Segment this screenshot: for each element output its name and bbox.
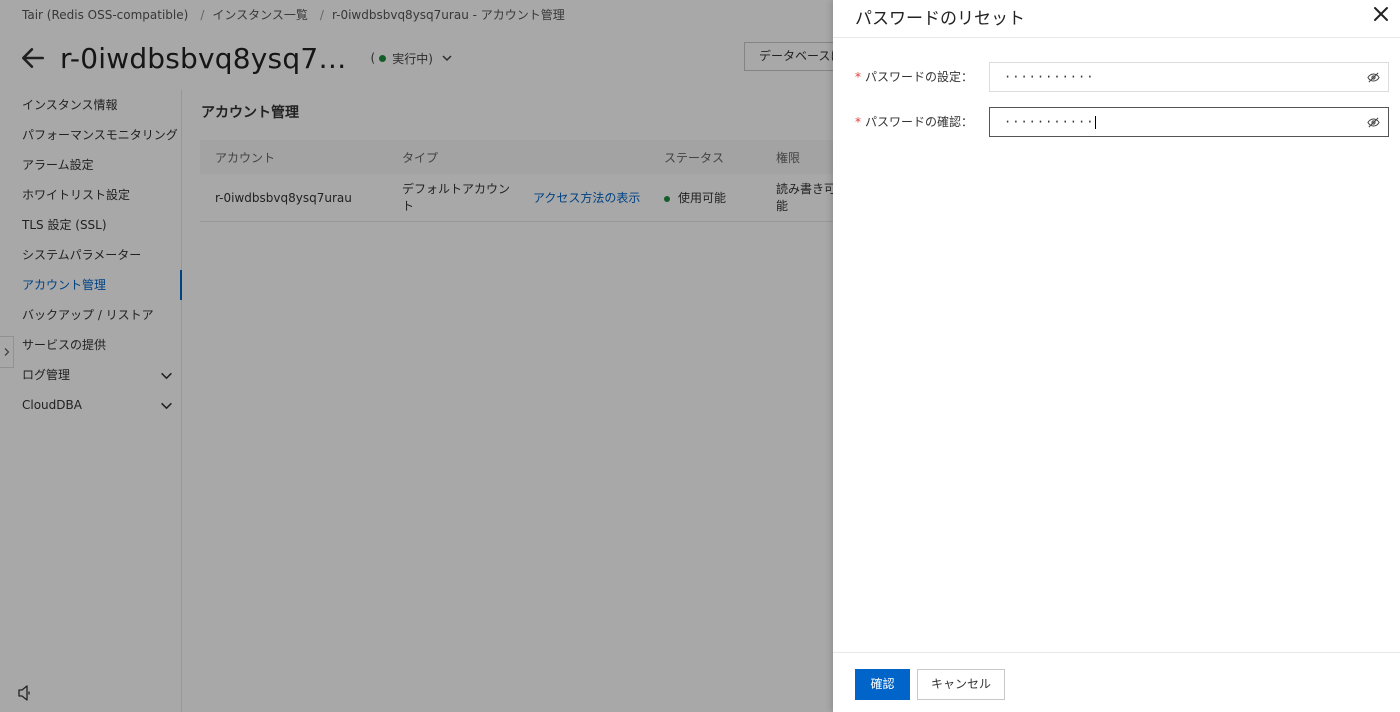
new-password-value: ··········· — [1004, 70, 1095, 84]
required-mark: * — [855, 115, 861, 129]
confirm-password-label: * パスワードの確認： — [855, 107, 973, 137]
confirm-password-value: ··········· — [1004, 115, 1095, 129]
form-row-new-password: * パスワードの設定： ··········· — [855, 62, 1389, 92]
eye-off-icon[interactable] — [1367, 116, 1380, 129]
cancel-button[interactable]: キャンセル — [917, 669, 1005, 700]
drawer-header: パスワードのリセット — [833, 0, 1400, 38]
reset-password-drawer: パスワードのリセット * パスワードの設定： ··········· * パスワード… — [833, 0, 1400, 712]
confirm-password-label-text: パスワードの確認： — [865, 115, 974, 129]
new-password-label: * パスワードの設定： — [855, 62, 973, 92]
form-row-confirm-password: * パスワードの確認： ··········· — [855, 107, 1389, 137]
required-mark: * — [855, 70, 861, 84]
modal-overlay[interactable] — [0, 0, 833, 712]
confirm-button[interactable]: 確認 — [855, 669, 910, 700]
confirm-password-input[interactable]: ··········· — [989, 107, 1389, 137]
drawer-footer: 確認 キャンセル — [833, 652, 1400, 712]
text-caret — [1095, 116, 1097, 129]
new-password-input[interactable]: ··········· — [989, 62, 1389, 92]
new-password-label-text: パスワードの設定： — [865, 70, 974, 84]
close-icon[interactable] — [1372, 5, 1390, 23]
eye-off-icon[interactable] — [1367, 71, 1380, 84]
drawer-title: パスワードのリセット — [855, 9, 1025, 29]
